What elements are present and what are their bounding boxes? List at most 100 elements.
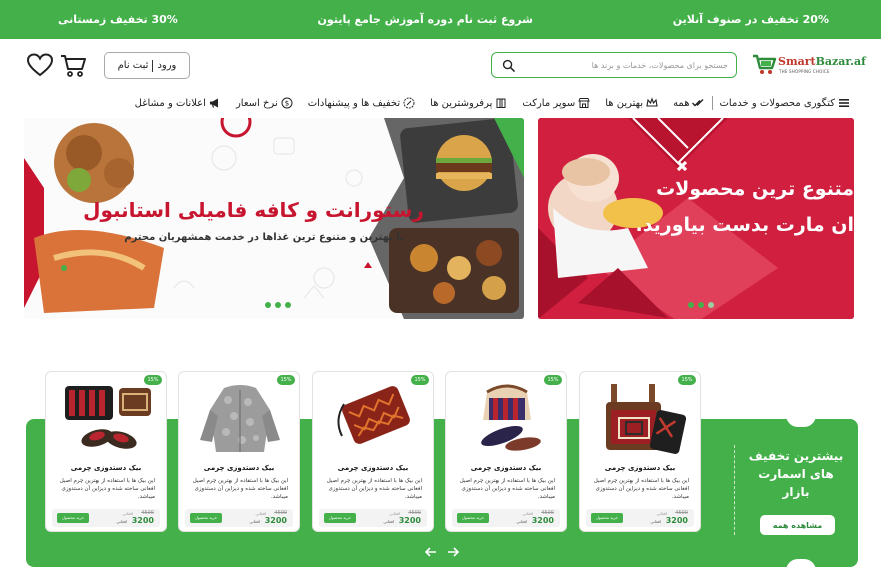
- carousel-dot[interactable]: [698, 302, 704, 308]
- restaurant-banner[interactable]: رستورانت و کافه فامیلی استانبول با بهتری…: [24, 118, 524, 319]
- double-check-icon: [692, 99, 704, 107]
- nav-rates[interactable]: $ نرخ اسعار: [236, 97, 293, 109]
- left-banner-dots[interactable]: [265, 302, 291, 308]
- buy-button[interactable]: خرید محصول: [457, 513, 489, 523]
- login-register-button[interactable]: ورود ثبت نام: [104, 52, 190, 79]
- shop-icon: [496, 98, 506, 108]
- buy-button[interactable]: خرید محصول: [591, 513, 623, 523]
- product-description: این بیک ها با استفاده از بهترین چرم اصیل…: [192, 478, 288, 500]
- right-banner-dots[interactable]: [688, 302, 714, 308]
- logo-text-a: Smart: [778, 55, 816, 68]
- nav-discounts[interactable]: تخفیف ها و پیشنهادات: [308, 97, 415, 109]
- buy-button[interactable]: خرید محصول: [190, 513, 222, 523]
- clutch-icon: [337, 386, 410, 444]
- product-description: این بیک ها با استفاده از بهترین چرم اصیل…: [593, 478, 689, 500]
- login-divider: [152, 59, 154, 72]
- product-card[interactable]: 15% بیک دستدوزی چرمی این بیک ها با استفا…: [178, 371, 300, 532]
- promo-center[interactable]: شروع ثبت نام دوره آموزش جامع پایتون: [318, 13, 533, 26]
- deals-divider: [734, 445, 735, 535]
- arrow-right-icon[interactable]: [446, 545, 460, 559]
- logo-tagline: THE SHOPPING CHOICE: [779, 69, 830, 74]
- price-currency: افغانی: [650, 519, 661, 524]
- nav-all[interactable]: همه: [673, 97, 704, 109]
- nav-best[interactable]: بهترین ها: [605, 97, 658, 109]
- carousel-dot[interactable]: [275, 302, 281, 308]
- carousel-dot[interactable]: [688, 302, 694, 308]
- bag-icon: [606, 384, 687, 454]
- svg-text:$: $: [285, 100, 289, 108]
- megaphone-icon: [209, 98, 218, 108]
- buy-button[interactable]: خرید محصول: [324, 513, 356, 523]
- store-icon: [578, 98, 590, 108]
- shoes-clutch-icon: [65, 386, 151, 449]
- logo-text: SmartBazar.af: [778, 55, 866, 68]
- product-description: این بیک ها با استفاده از بهترین چرم اصیل…: [59, 478, 155, 500]
- cart-icon[interactable]: [60, 53, 87, 78]
- nav-bestsellers-label: پرفروشترین ها: [430, 97, 493, 109]
- ticket-notch: [786, 415, 816, 427]
- promo-right[interactable]: 20% تخفیف در صنوف آنلاین: [673, 13, 829, 26]
- search-icon[interactable]: [502, 59, 515, 72]
- logo-text-b: Bazar.af: [815, 55, 866, 68]
- price-currency: افغانی: [116, 519, 127, 524]
- nav-discounts-label: تخفیف ها و پیشنهادات: [307, 97, 401, 109]
- product-name[interactable]: بیک دستدوزی چرمی: [580, 464, 700, 472]
- price: 3200: [131, 516, 154, 525]
- buy-button[interactable]: خرید محصول: [57, 513, 89, 523]
- see-all-button[interactable]: مشاهده همه: [760, 515, 835, 535]
- ticket-notch: [786, 559, 816, 571]
- restaurant-banner-subtitle: با بهترین و متنوع ترین غذاها در خدمت همش…: [124, 232, 404, 243]
- price-currency: افغانی: [383, 519, 394, 524]
- shoes-bag-icon: [481, 384, 541, 451]
- product-name[interactable]: بیک دستدوزی چرمی: [446, 464, 566, 472]
- logo-cart-icon: [753, 54, 777, 74]
- search-input[interactable]: [522, 57, 728, 73]
- product-card[interactable]: 15% بیک دستدوزی چرمی این بیک ها با استفا…: [45, 371, 167, 532]
- discount-icon: [403, 97, 415, 109]
- product-description: این بیک ها با استفاده از بهترین چرم اصیل…: [326, 478, 422, 500]
- carousel-dot[interactable]: [265, 302, 271, 308]
- products-banner-title-line1: متنوع ترین محصولات: [656, 178, 854, 200]
- fur-coat-icon: [200, 385, 280, 452]
- nav-all-label: همه: [673, 97, 690, 109]
- register-link[interactable]: ثبت نام: [118, 60, 149, 71]
- product-name[interactable]: بیک دستدوزی چرمی: [179, 464, 299, 472]
- login-link[interactable]: ورود: [157, 60, 176, 71]
- product-footer: خرید محصول 4500 افغانی 3200 افغانی: [586, 509, 694, 527]
- product-card[interactable]: 15% بیک دستدوزی چرمی این بیک ها با استفا…: [445, 371, 567, 532]
- promo-bar: 20% تخفیف در صنوف آنلاین شروع ثبت نام دو…: [0, 0, 881, 39]
- product-name[interactable]: بیک دستدوزی چرمی: [46, 464, 166, 472]
- product-card[interactable]: 15% بیک دستدوزی چرمی این بیک ها با استفا…: [312, 371, 434, 532]
- product-footer: خرید محصول 4500 افغانی 3200 افغانی: [452, 509, 560, 527]
- carousel-dot[interactable]: [285, 302, 291, 308]
- menu-icon: [839, 99, 849, 107]
- product-card[interactable]: 15% بیک دستدوزی چرمی این بیک ها با استفا…: [579, 371, 701, 532]
- currency-icon: $: [281, 97, 293, 109]
- price-currency: افغانی: [516, 519, 527, 524]
- arrow-left-icon[interactable]: [424, 545, 438, 559]
- product-footer: خرید محصول 4500 افغانی 3200 افغانی: [52, 509, 160, 527]
- promo-left[interactable]: 30% تخفیف زمستانی: [58, 13, 178, 26]
- heart-icon[interactable]: [27, 53, 53, 77]
- nav-jobs[interactable]: اعلانات و مشاغل: [135, 97, 221, 109]
- nav-jobs-label: اعلانات و مشاغل: [134, 97, 206, 109]
- products-banner-title-line2: ان مارت بدست بیاورید.: [635, 214, 854, 236]
- product-footer: خرید محصول 4500 افغانی 3200 افغانی: [319, 509, 427, 527]
- search-box: [491, 52, 737, 78]
- nav-supermarket-label: سوپر مارکت: [522, 97, 576, 109]
- products-banner[interactable]: متنوع ترین محصولات ان مارت بدست بیاورید.: [538, 118, 854, 319]
- deals-arrows: [424, 545, 460, 559]
- site-logo[interactable]: SmartBazar.af THE SHOPPING CHOICE: [751, 49, 866, 79]
- nav-supermarket[interactable]: سوپر مارکت: [522, 97, 590, 109]
- price: 3200: [264, 516, 287, 525]
- product-name[interactable]: بیک دستدوزی چرمی: [313, 464, 433, 472]
- deals-title: بیشترین تخفیف های اسمارت بازار: [748, 449, 844, 499]
- nav-category[interactable]: کتگوری محصولات و خدمات: [719, 97, 850, 109]
- main-nav: کتگوری محصولات و خدمات همه بهترین ها سوپ…: [80, 91, 850, 115]
- price-currency: افغانی: [249, 519, 260, 524]
- nav-rates-label: نرخ اسعار: [235, 97, 278, 109]
- product-footer: خرید محصول 4500 افغانی 3200 افغانی: [185, 509, 293, 527]
- carousel-dot[interactable]: [708, 302, 714, 308]
- nav-category-label: کتگوری محصولات و خدمات: [719, 97, 835, 109]
- nav-bestsellers[interactable]: پرفروشترین ها: [430, 97, 507, 109]
